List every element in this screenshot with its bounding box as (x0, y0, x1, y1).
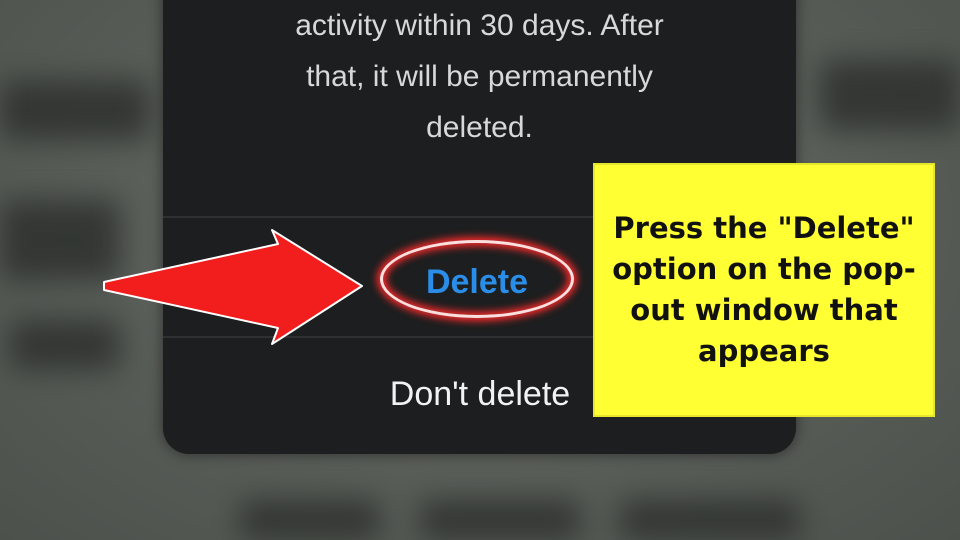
dialog-message: activity within 30 days. After that, it … (163, 0, 796, 153)
instruction-callout: Press the "Delete" option on the pop-out… (593, 163, 935, 417)
delete-button[interactable]: Delete (380, 240, 574, 318)
dialog-message-line: that, it will be permanently (306, 60, 653, 93)
dialog-message-line: activity within 30 days. After (295, 9, 664, 42)
callout-text: Press the "Delete" option on the pop-out… (612, 211, 916, 368)
dont-delete-button[interactable]: Don't delete (370, 370, 590, 418)
dialog-message-line: deleted. (426, 111, 533, 144)
red-arrow-icon (103, 229, 363, 345)
